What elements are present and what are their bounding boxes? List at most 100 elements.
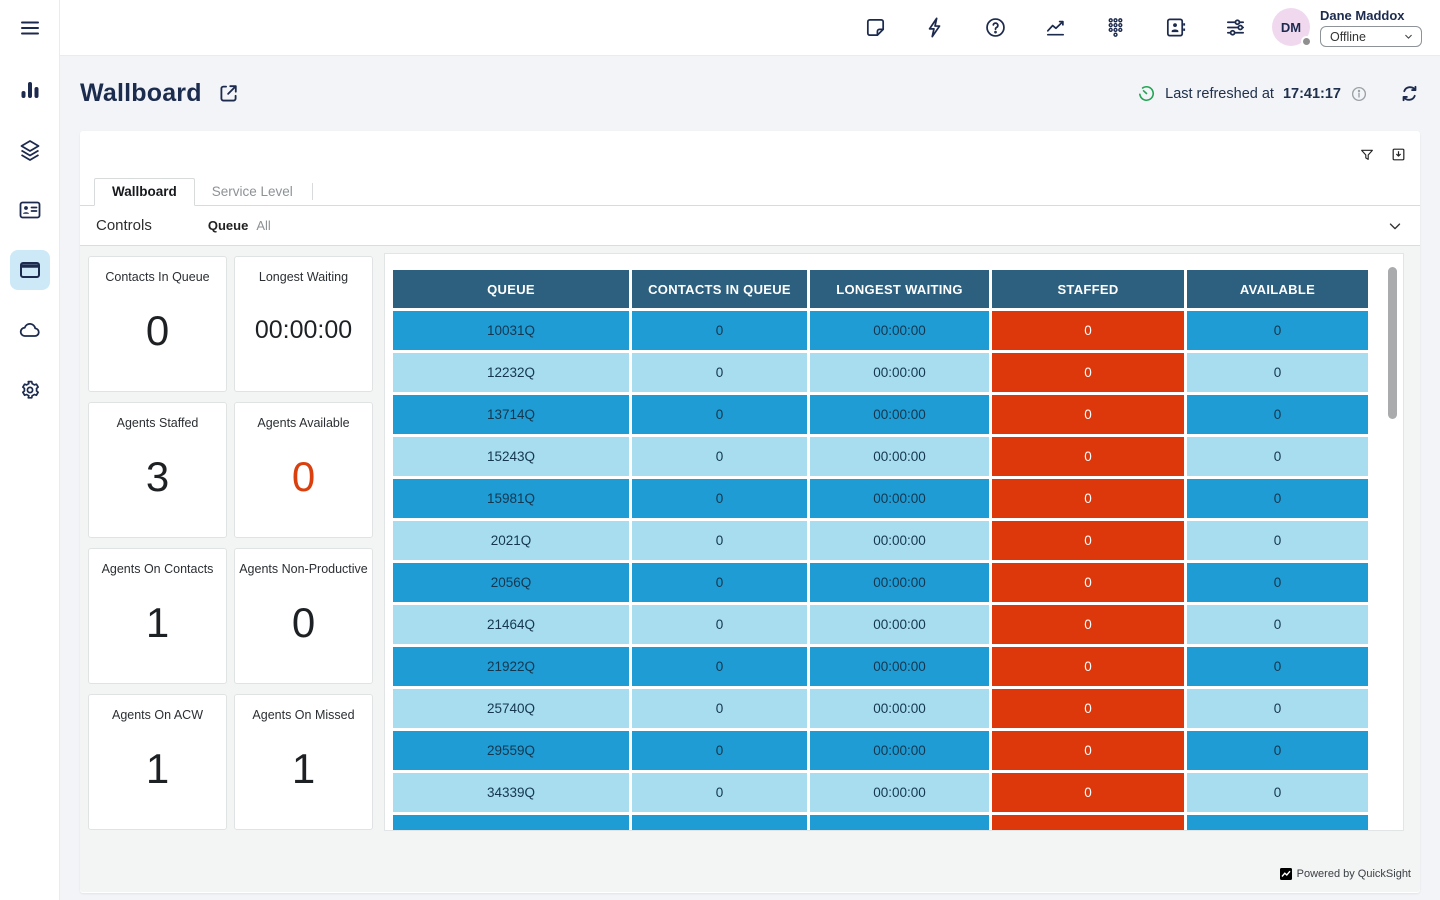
cell-available: 0: [1187, 731, 1368, 770]
cell-waiting: 00:00:00: [810, 605, 989, 644]
kpi-value: 3: [146, 453, 169, 501]
column-header-queue[interactable]: QUEUE: [393, 270, 629, 308]
kpi-label: Agents Available: [257, 416, 349, 430]
column-header-waiting[interactable]: LONGEST WAITING: [810, 270, 989, 308]
table-row: 10031Q 0 00:00:00 0 0: [393, 311, 1359, 350]
filter-icon[interactable]: [1359, 147, 1375, 163]
quick-connects-icon[interactable]: [922, 15, 948, 41]
controls-chevron-icon[interactable]: [1386, 217, 1404, 235]
tab-service-level[interactable]: Service Level: [195, 179, 310, 205]
quicksight-attribution: Powered by QuickSight: [1280, 868, 1411, 880]
table-row: 21922Q 0 00:00:00 0 0: [393, 647, 1359, 686]
cell-queue: 21922Q: [393, 647, 629, 686]
cell-queue: 2021Q: [393, 521, 629, 560]
contact-card-icon: [18, 198, 42, 222]
table-row: 15243Q 0 00:00:00 0 0: [393, 437, 1359, 476]
sidebar-item-metrics[interactable]: [10, 70, 50, 110]
cell-contacts: 0: [632, 311, 807, 350]
refresh-button[interactable]: [1399, 83, 1420, 104]
dashboard-sheet: Contacts In Queue 0 Longest Waiting 00:0…: [80, 246, 1420, 892]
column-header-staffed[interactable]: STAFFED: [992, 270, 1184, 308]
cell-available: 0: [1187, 647, 1368, 686]
kpi-label: Agents Non-Productive: [239, 562, 368, 576]
agent-directory-icon[interactable]: [1162, 15, 1188, 41]
quicksight-logo-icon: [1280, 868, 1292, 880]
cell-queue: 34339Q: [393, 773, 629, 812]
info-icon[interactable]: [1350, 85, 1368, 103]
help-icon[interactable]: [982, 15, 1008, 41]
cell-waiting: 00:00:00: [810, 479, 989, 518]
table-scrollbar[interactable]: [1388, 267, 1397, 419]
cell-staffed: 0: [992, 689, 1184, 728]
cell-waiting: 00:00:00: [810, 395, 989, 434]
kpi-label: Agents On Missed: [252, 708, 354, 722]
cell-staffed: 0: [992, 521, 1184, 560]
sidebar-item-cloud[interactable]: [10, 310, 50, 350]
table-row: 2056Q 0 00:00:00 0 0: [393, 563, 1359, 602]
column-header-contacts[interactable]: CONTACTS IN QUEUE: [632, 270, 807, 308]
export-icon[interactable]: [1390, 146, 1407, 163]
cell-queue: 10031Q: [393, 311, 629, 350]
sidebar-item-contacts[interactable]: [10, 190, 50, 230]
note-icon[interactable]: [862, 15, 888, 41]
cell-available: 0: [1187, 773, 1368, 812]
cell-staffed: 0: [992, 479, 1184, 518]
queue-control-value[interactable]: All: [256, 218, 270, 233]
table-header-row: QUEUE CONTACTS IN QUEUE LONGEST WAITING …: [393, 270, 1359, 308]
cell-staffed: 0: [992, 311, 1184, 350]
sidebar-item-wallboard[interactable]: [10, 250, 50, 290]
external-link-icon[interactable]: [217, 82, 240, 105]
kpi-grid: Contacts In Queue 0 Longest Waiting 00:0…: [88, 256, 373, 830]
powered-by-text: Powered by QuickSight: [1297, 868, 1411, 880]
kpi-value: 0: [292, 599, 315, 647]
table-row: 15981Q 0 00:00:00 0 0: [393, 479, 1359, 518]
status-value: Offline: [1330, 30, 1366, 44]
kpi-value: 1: [146, 599, 169, 647]
menu-icon[interactable]: [14, 14, 46, 42]
cell-contacts: 0: [632, 689, 807, 728]
table-row: 34339Q 0 00:00:00 0 0: [393, 773, 1359, 812]
cell-available: 0: [1187, 521, 1368, 560]
cell-waiting: 00:00:00: [810, 353, 989, 392]
preferences-icon[interactable]: [1222, 15, 1248, 41]
kpi-card: Agents On Contacts 1: [88, 548, 227, 684]
cell-contacts: 0: [632, 521, 807, 560]
gear-icon: [18, 378, 42, 402]
cell-queue: [393, 815, 629, 831]
cell-contacts: 0: [632, 647, 807, 686]
kpi-label: Contacts In Queue: [105, 270, 209, 284]
dialpad-icon[interactable]: [1102, 15, 1128, 41]
cell-waiting: 00:00:00: [810, 689, 989, 728]
status-dropdown[interactable]: Offline: [1320, 26, 1422, 47]
cell-staffed: 0: [992, 647, 1184, 686]
kpi-label: Agents On ACW: [112, 708, 203, 722]
tab-separator: [312, 183, 313, 200]
cell-staffed: 0: [992, 563, 1184, 602]
wallboard-icon: [18, 258, 42, 282]
kpi-card: Agents On ACW 1: [88, 694, 227, 830]
cell-queue: 15981Q: [393, 479, 629, 518]
cell-contacts: 0: [632, 773, 807, 812]
cell-waiting: 00:00:00: [810, 437, 989, 476]
column-header-available[interactable]: AVAILABLE: [1187, 270, 1368, 308]
avatar[interactable]: DM: [1272, 8, 1310, 46]
cell-queue: 12232Q: [393, 353, 629, 392]
kpi-label: Agents Staffed: [117, 416, 199, 430]
main-content: Wallboard Last refreshed at 17:41:17: [60, 56, 1440, 900]
kpi-card: Contacts In Queue 0: [88, 256, 227, 392]
cell-available: 0: [1187, 353, 1368, 392]
table-row: 12232Q 0 00:00:00 0 0: [393, 353, 1359, 392]
cell-waiting: [810, 815, 989, 831]
cell-available: 0: [1187, 563, 1368, 602]
cell-staffed: 0: [992, 353, 1184, 392]
sidebar-item-flows[interactable]: [10, 130, 50, 170]
queue-control-label: Queue: [208, 218, 248, 233]
metrics-icon[interactable]: [1042, 15, 1068, 41]
refresh-label: Last refreshed at: [1165, 86, 1274, 102]
cell-waiting: 00:00:00: [810, 563, 989, 602]
cell-available: 0: [1187, 437, 1368, 476]
tab-wallboard[interactable]: Wallboard: [94, 178, 195, 206]
user-name: Dane Maddox: [1320, 8, 1422, 23]
cell-queue: 15243Q: [393, 437, 629, 476]
sidebar-item-settings[interactable]: [10, 370, 50, 410]
